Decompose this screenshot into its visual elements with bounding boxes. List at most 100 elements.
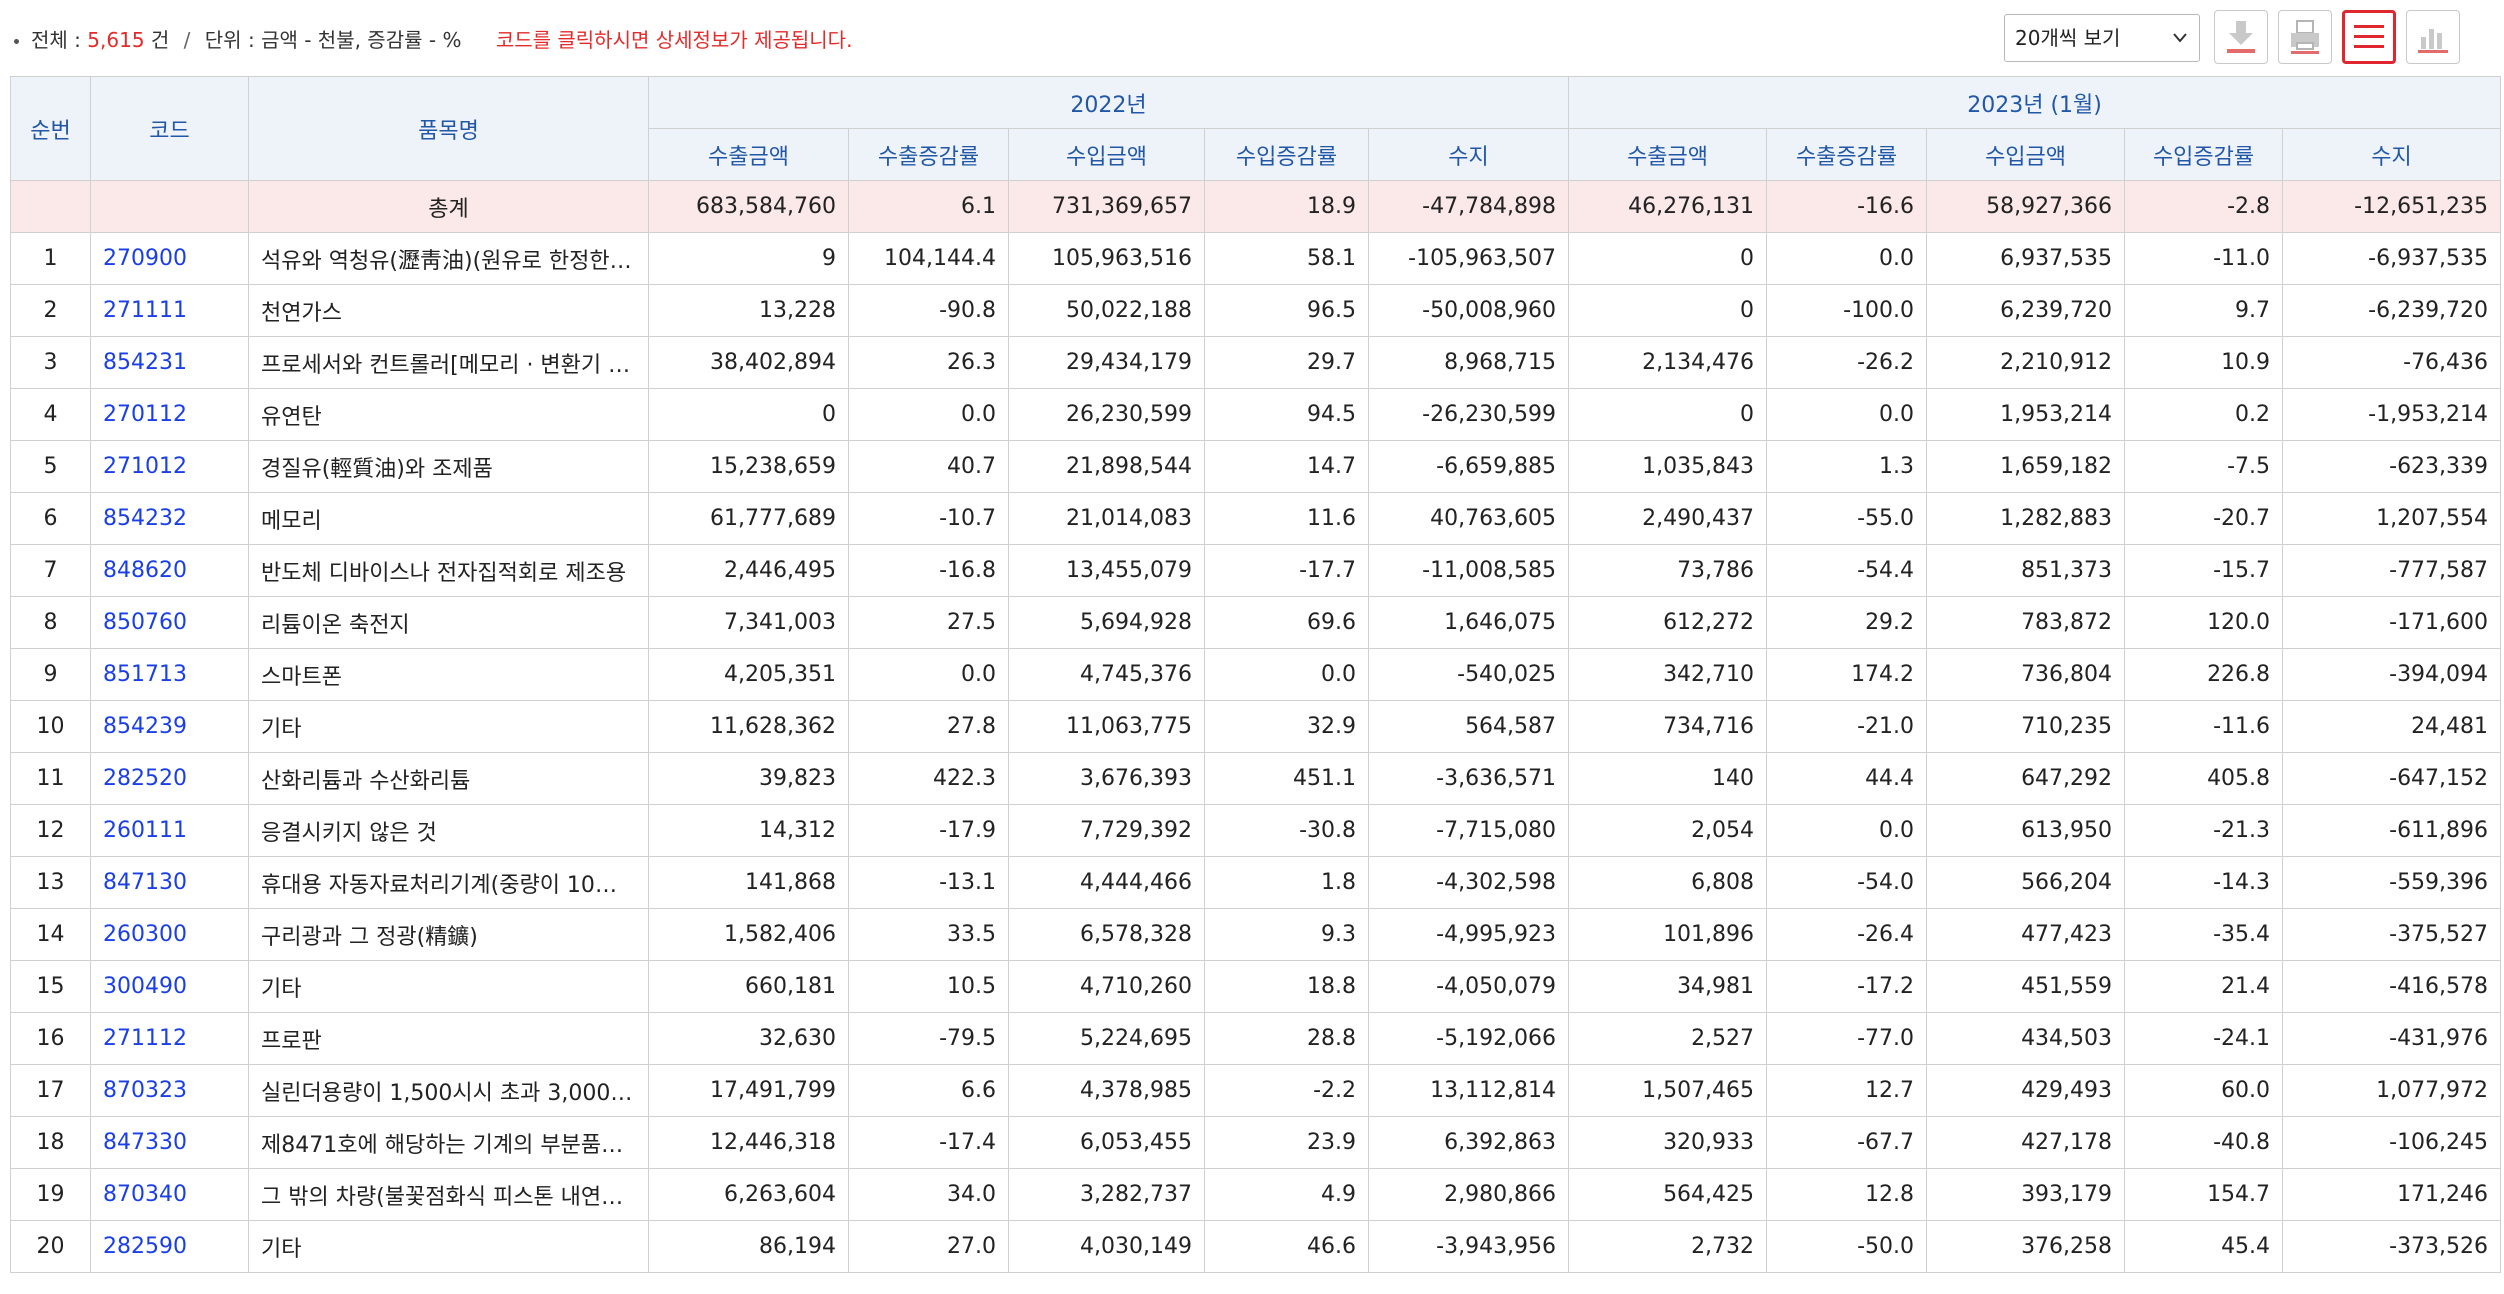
code-link[interactable]: 851713 xyxy=(90,648,249,701)
value-cell: -79.5 xyxy=(848,1012,1009,1065)
value-cell: 0 xyxy=(648,388,849,441)
value-cell: 44.4 xyxy=(1766,752,1928,805)
rank-cell: 13 xyxy=(10,856,91,909)
item-name-cell: 기타 xyxy=(248,1220,649,1273)
code-link[interactable]: 271111 xyxy=(90,284,249,337)
bullet-icon xyxy=(14,39,19,44)
value-cell: 4.9 xyxy=(1204,1168,1369,1221)
code-link[interactable]: 870323 xyxy=(90,1064,249,1117)
value-cell: 427,178 xyxy=(1926,1116,2126,1169)
code-link[interactable]: 271112 xyxy=(90,1012,249,1065)
toolbar: 20개씩 보기 xyxy=(2004,10,2504,66)
value-cell: 451,559 xyxy=(1926,960,2126,1013)
value-cell: -3,943,956 xyxy=(1367,1220,1570,1273)
value-cell: 73,786 xyxy=(1568,544,1768,597)
value-cell: 0.0 xyxy=(1766,232,1928,285)
code-link[interactable]: 260111 xyxy=(90,804,249,857)
code-link[interactable]: 270900 xyxy=(90,232,249,285)
download-button[interactable] xyxy=(2214,10,2268,64)
header-balance: 수지 xyxy=(2282,128,2502,181)
value-cell: 154.7 xyxy=(2124,1168,2284,1221)
code-link[interactable]: 270112 xyxy=(90,388,249,441)
list-view-button[interactable] xyxy=(2342,10,2396,64)
value-cell: 45.4 xyxy=(2124,1220,2284,1273)
table-row: 19 870340 그 밖의 차량(불꽃점화식 피스톤 내연기관) 6,263,604… xyxy=(10,1168,2502,1221)
value-cell: -11.6 xyxy=(2124,700,2284,753)
value-cell: 140 xyxy=(1568,752,1768,805)
value-cell: 564,587 xyxy=(1367,700,1570,753)
print-button[interactable] xyxy=(2278,10,2332,64)
table-row: 5 271012 경질유(輕質油)와 조제품 15,238,659 40.7 21,898… xyxy=(10,440,2502,493)
code-link[interactable]: 848620 xyxy=(90,544,249,597)
value-cell: -373,526 xyxy=(2282,1220,2502,1273)
value-cell: 1,077,972 xyxy=(2282,1064,2502,1117)
value-cell: 5,224,695 xyxy=(1008,1012,1205,1065)
value-cell: -17.9 xyxy=(848,804,1009,857)
value-cell: 477,423 xyxy=(1926,908,2126,961)
value-cell: -76,436 xyxy=(2282,336,2502,389)
code-link[interactable]: 300490 xyxy=(90,960,249,1013)
table-row: 20 282590 기타 86,194 27.0 4,030,149 46.6 -3,943,… xyxy=(10,1220,2502,1273)
value-cell: 11,063,775 xyxy=(1008,700,1205,753)
value-cell: 342,710 xyxy=(1568,648,1768,701)
value-cell: -77.0 xyxy=(1766,1012,1928,1065)
value-cell: 4,205,351 xyxy=(648,648,849,701)
rank-cell: 16 xyxy=(10,1012,91,1065)
value-cell: 24,481 xyxy=(2282,700,2502,753)
total-cell: -12,651,235 xyxy=(2282,180,2502,233)
value-cell: 6,937,535 xyxy=(1926,232,2126,285)
value-cell: -4,302,598 xyxy=(1367,856,1570,909)
colon: : xyxy=(74,28,81,52)
value-cell: 21.4 xyxy=(2124,960,2284,1013)
download-icon xyxy=(2223,17,2259,57)
value-cell: 21,014,083 xyxy=(1008,492,1205,545)
header-export-amount: 수출금액 xyxy=(1568,128,1768,181)
total-cell: -2.8 xyxy=(2124,180,2284,233)
code-link[interactable]: 282590 xyxy=(90,1220,249,1273)
code-link[interactable]: 271012 xyxy=(90,440,249,493)
code-link[interactable]: 847130 xyxy=(90,856,249,909)
header-balance: 수지 xyxy=(1367,128,1570,181)
value-cell: -4,995,923 xyxy=(1367,908,1570,961)
value-cell: 4,030,149 xyxy=(1008,1220,1205,1273)
value-cell: 736,804 xyxy=(1926,648,2126,701)
value-cell: 39,823 xyxy=(648,752,849,805)
value-cell: -6,937,535 xyxy=(2282,232,2502,285)
code-link[interactable]: 854232 xyxy=(90,492,249,545)
value-cell: -11,008,585 xyxy=(1367,544,1570,597)
code-link[interactable]: 870340 xyxy=(90,1168,249,1221)
value-cell: 612,272 xyxy=(1568,596,1768,649)
value-cell: 12.8 xyxy=(1766,1168,1928,1221)
value-cell: -17.4 xyxy=(848,1116,1009,1169)
chart-view-button[interactable] xyxy=(2406,10,2460,64)
value-cell: -3,636,571 xyxy=(1367,752,1570,805)
trade-table: 순번 코드 품목명 2022년 2023년 (1월) 수출금액 수출증감률 수입… xyxy=(10,76,2502,1273)
code-link[interactable]: 850760 xyxy=(90,596,249,649)
value-cell: -54.4 xyxy=(1766,544,1928,597)
value-cell: 4,444,466 xyxy=(1008,856,1205,909)
code-link[interactable]: 847330 xyxy=(90,1116,249,1169)
total-label: 총계 xyxy=(248,180,649,233)
value-cell: 105,963,516 xyxy=(1008,232,1205,285)
value-cell: -1,953,214 xyxy=(2282,388,2502,441)
table-row: 13847130휴대용 자동자료처리기계(중량이 10킬로그램 이하)141,8… xyxy=(10,856,2502,909)
page-size-select[interactable]: 20개씩 보기 xyxy=(2004,14,2200,62)
value-cell: 429,493 xyxy=(1926,1064,2126,1117)
value-cell: 613,950 xyxy=(1926,804,2126,857)
code-link[interactable]: 260300 xyxy=(90,908,249,961)
code-link[interactable]: 282520 xyxy=(90,752,249,805)
value-cell: -15.7 xyxy=(2124,544,2284,597)
value-cell: 29.7 xyxy=(1204,336,1369,389)
item-name-cell: 메모리 xyxy=(248,492,649,545)
table-row: 12 260111 응결시키지 않은 것 14,312 -17.9 7,729,392 -3… xyxy=(10,804,2502,857)
item-name-cell: 스마트폰 xyxy=(248,648,649,701)
code-link[interactable]: 854231 xyxy=(90,336,249,389)
value-cell: -7.5 xyxy=(2124,440,2284,493)
code-link[interactable]: 854239 xyxy=(90,700,249,753)
total-cell: -16.6 xyxy=(1766,180,1928,233)
value-cell: 2,980,866 xyxy=(1367,1168,1570,1221)
value-cell: 9.7 xyxy=(2124,284,2284,337)
item-name-cell: 실린더용량이 1,500시시 초과 3,000시시 이하 xyxy=(248,1064,649,1117)
value-cell: -416,578 xyxy=(2282,960,2502,1013)
header-export-amount: 수출금액 xyxy=(648,128,849,181)
